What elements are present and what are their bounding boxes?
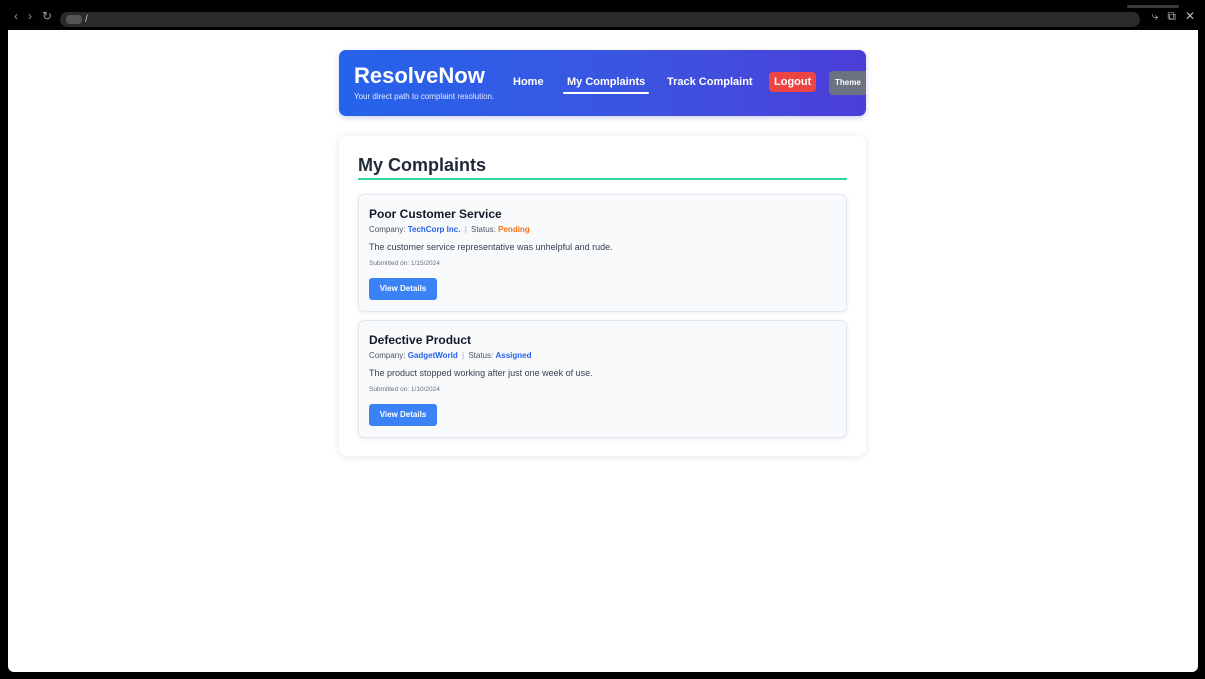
- active-nav-underline: [563, 92, 650, 94]
- browser-chrome: ‹ › ↻ / ⤷ ⧉ ✕: [0, 0, 1205, 30]
- title-divider: [358, 178, 847, 180]
- view-details-button[interactable]: View Details: [369, 404, 437, 426]
- forward-icon[interactable]: ›: [28, 10, 32, 22]
- complaint-meta: Company: TechCorp Inc. | Status: Pending: [369, 225, 530, 235]
- site-header: ResolveNow Your direct path to complaint…: [339, 50, 866, 116]
- url-text: /: [85, 14, 88, 25]
- address-bar[interactable]: /: [60, 12, 1140, 27]
- status-label: Status:: [468, 351, 494, 360]
- submitted-date: Submitted on: 1/15/2024: [369, 260, 440, 267]
- company-label: Company:: [369, 351, 406, 360]
- page-viewport: ResolveNow Your direct path to complaint…: [8, 30, 1198, 672]
- submitted-date: Submitted on: 1/10/2024: [369, 386, 440, 393]
- nav-track-complaint-link[interactable]: Track Complaint: [667, 75, 753, 89]
- company-name: TechCorp Inc.: [407, 225, 461, 234]
- nav-home-link[interactable]: Home: [513, 75, 544, 89]
- nav-my-complaints-label: My Complaints: [567, 76, 646, 88]
- window-drag-handle[interactable]: [1127, 5, 1179, 8]
- complaints-panel: My Complaints Poor Customer Service Comp…: [339, 136, 866, 456]
- logout-button[interactable]: Logout: [769, 72, 817, 92]
- complaint-title: Defective Product: [369, 333, 472, 347]
- extension-icon[interactable]: ⤷: [1152, 10, 1159, 22]
- site-info-icon[interactable]: [66, 14, 82, 24]
- page-title: My Complaints: [358, 155, 487, 175]
- theme-toggle-button[interactable]: Theme: [829, 71, 866, 95]
- complaint-card: Poor Customer Service Company: TechCorp …: [358, 194, 847, 312]
- close-icon[interactable]: ✕: [1185, 10, 1195, 22]
- browser-nav: ‹ › ↻: [14, 10, 52, 22]
- status-badge: Assigned: [495, 351, 532, 360]
- complaint-description: The product stopped working after just o…: [369, 368, 593, 378]
- status-label: Status:: [471, 225, 496, 234]
- meta-separator: |: [464, 225, 467, 234]
- complaint-meta: Company: GadgetWorld | Status: Assigned: [369, 351, 531, 361]
- company-name: GadgetWorld: [407, 351, 458, 360]
- restore-icon[interactable]: ⧉: [1167, 10, 1176, 22]
- brand-logo-text[interactable]: ResolveNow: [354, 63, 485, 89]
- nav-my-complaints-link[interactable]: My Complaints: [563, 75, 650, 94]
- window-controls: ⤷ ⧉ ✕: [1152, 10, 1195, 22]
- meta-separator: |: [462, 351, 465, 360]
- back-icon[interactable]: ‹: [14, 10, 18, 22]
- view-details-button[interactable]: View Details: [369, 278, 437, 300]
- reload-icon[interactable]: ↻: [42, 10, 52, 22]
- company-label: Company:: [369, 225, 406, 234]
- status-badge: Pending: [498, 225, 530, 234]
- complaint-description: The customer service representative was …: [369, 242, 613, 252]
- complaint-title: Poor Customer Service: [369, 207, 502, 221]
- complaint-card: Defective Product Company: GadgetWorld |…: [358, 320, 847, 438]
- brand-tagline: Your direct path to complaint resolution…: [354, 92, 495, 101]
